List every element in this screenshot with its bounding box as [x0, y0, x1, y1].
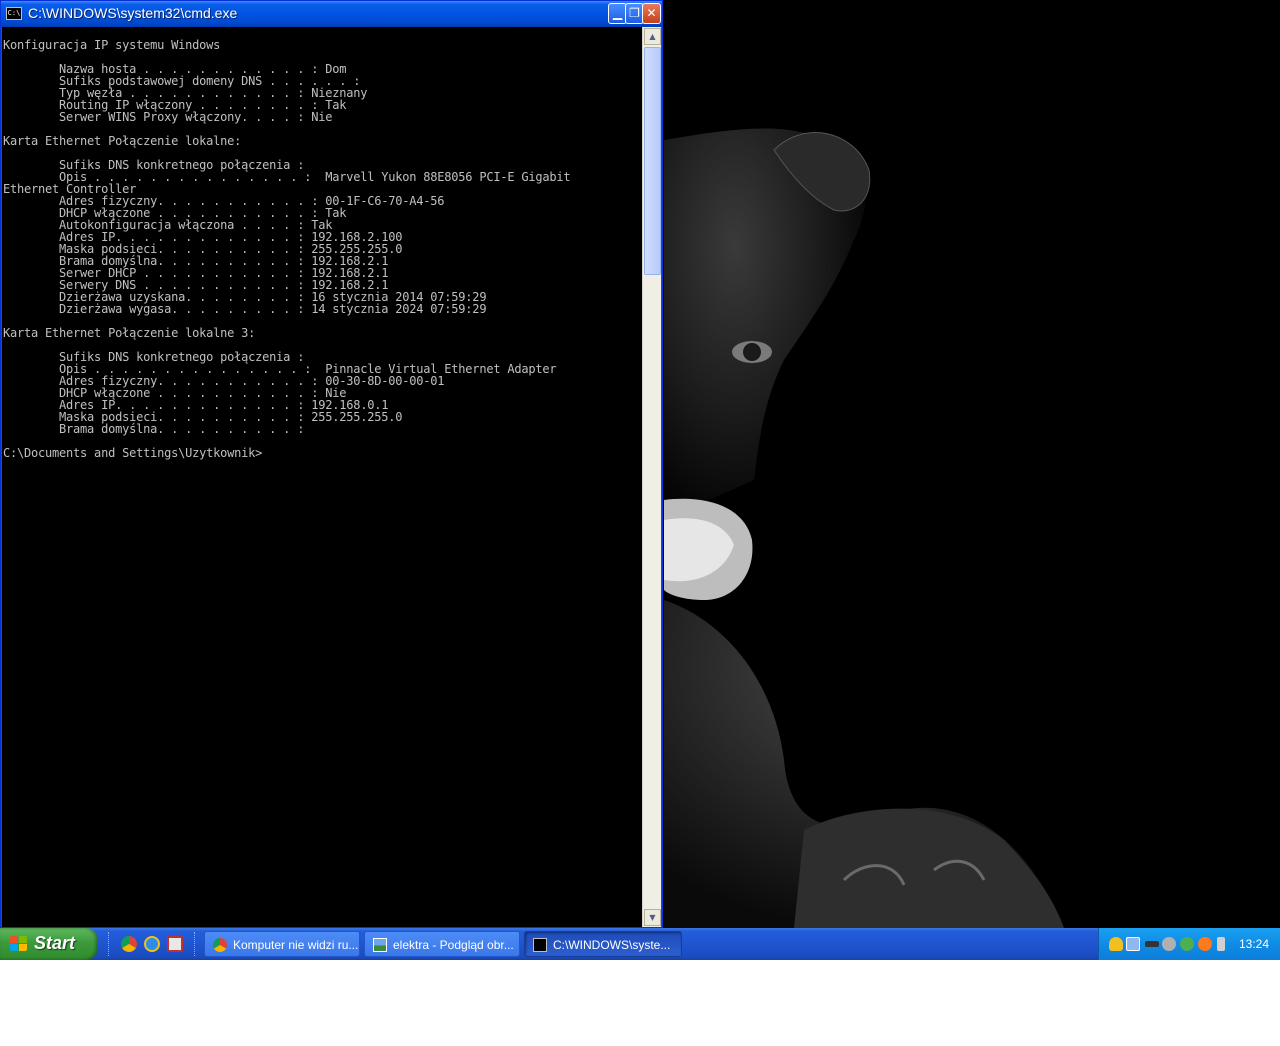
- cmd-icon: [533, 938, 547, 952]
- network-icon[interactable]: [1126, 937, 1140, 951]
- volume-icon[interactable]: [1162, 937, 1176, 951]
- quicklaunch-separator[interactable]: [108, 932, 111, 956]
- console-area[interactable]: Konfiguracja IP systemu Windows Nazwa ho…: [2, 27, 642, 927]
- cmd-icon[interactable]: C:\: [6, 7, 22, 20]
- console-output: Konfiguracja IP systemu Windows Nazwa ho…: [3, 38, 571, 460]
- scroll-thumb[interactable]: [644, 47, 661, 275]
- vertical-scrollbar[interactable]: ▲ ▼: [642, 27, 661, 927]
- security-shield-icon[interactable]: [1109, 937, 1123, 951]
- quicklaunch-separator[interactable]: [194, 932, 197, 956]
- taskbar-button-cmd[interactable]: C:\WINDOWS\syste...: [524, 931, 682, 957]
- chrome-quicklaunch-icon[interactable]: [121, 936, 137, 952]
- taskbar-button-image-viewer[interactable]: elektra - Podgląd obr...: [364, 931, 520, 957]
- system-tray: 13:24: [1098, 928, 1280, 960]
- usb-device-icon[interactable]: [1145, 941, 1159, 947]
- chrome-icon: [213, 938, 227, 952]
- panther-wallpaper: [664, 0, 1280, 928]
- battery-icon[interactable]: [1217, 937, 1225, 951]
- task-label: Komputer nie widzi ru...: [233, 938, 359, 952]
- update-icon[interactable]: [1198, 937, 1212, 951]
- scroll-down-arrow-icon[interactable]: ▼: [644, 909, 661, 926]
- scroll-up-arrow-icon[interactable]: ▲: [644, 28, 661, 45]
- task-label: C:\WINDOWS\syste...: [553, 938, 671, 952]
- window-titlebar[interactable]: C:\ C:\WINDOWS\system32\cmd.exe ▁ ❐ ✕: [1, 1, 662, 27]
- close-button[interactable]: ✕: [642, 3, 661, 24]
- taskbar: Start Komputer nie widzi ru... elektra -…: [0, 928, 1280, 960]
- outlook-express-icon[interactable]: [167, 936, 183, 952]
- cmd-window: C:\ C:\WINDOWS\system32\cmd.exe ▁ ❐ ✕ Ko…: [0, 0, 663, 928]
- windows-logo-icon: [10, 936, 28, 952]
- taskbar-button-chrome[interactable]: Komputer nie widzi ru...: [204, 931, 360, 957]
- image-viewer-icon: [373, 938, 387, 952]
- internet-explorer-icon[interactable]: [144, 936, 160, 952]
- task-label: elektra - Podgląd obr...: [393, 938, 514, 952]
- window-title: C:\WINDOWS\system32\cmd.exe: [28, 5, 238, 21]
- taskbar-clock[interactable]: 13:24: [1239, 937, 1269, 951]
- start-button[interactable]: Start: [0, 928, 98, 960]
- start-label: Start: [34, 933, 76, 953]
- antivirus-icon[interactable]: [1180, 937, 1194, 951]
